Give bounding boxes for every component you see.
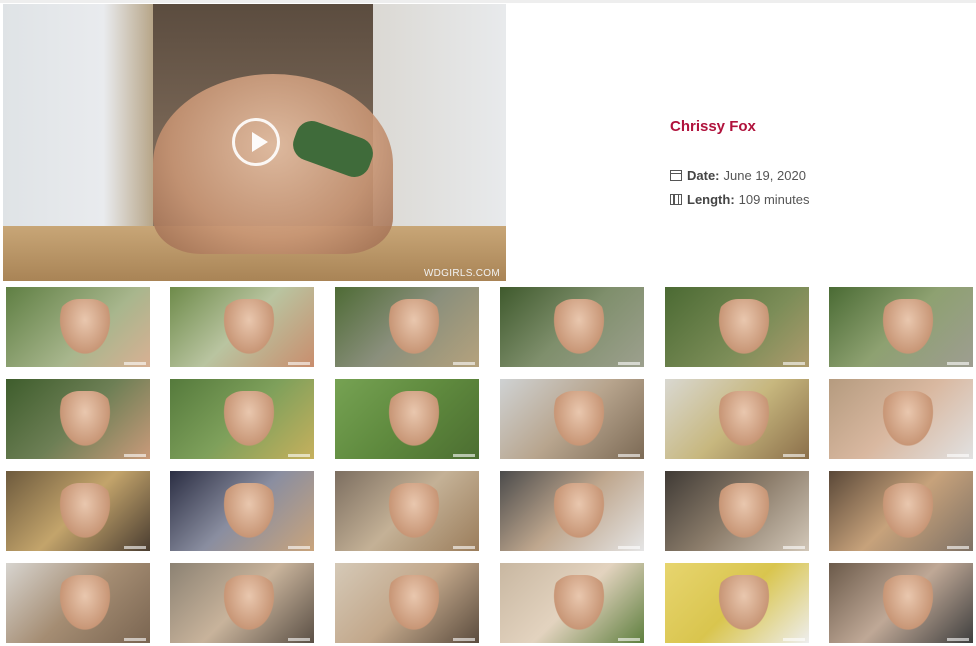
video-watermark: WDGIRLS.COM bbox=[423, 268, 500, 279]
thumbnail-figure bbox=[550, 391, 608, 451]
thumbnail[interactable] bbox=[335, 379, 479, 459]
thumbnail[interactable] bbox=[500, 563, 644, 643]
thumbnail-figure bbox=[879, 299, 937, 359]
thumbnail[interactable] bbox=[6, 287, 150, 367]
thumbnail-figure bbox=[56, 391, 114, 451]
thumbnail-figure bbox=[715, 483, 773, 543]
thumbnail[interactable] bbox=[829, 563, 973, 643]
thumbnail-figure bbox=[879, 391, 937, 451]
thumbnail[interactable] bbox=[6, 471, 150, 551]
thumbnail-watermark bbox=[453, 362, 475, 365]
thumbnail-figure bbox=[385, 391, 443, 451]
thumbnail-watermark bbox=[288, 546, 310, 549]
thumbnail-figure bbox=[715, 391, 773, 451]
thumbnail-watermark bbox=[288, 362, 310, 365]
length-label: Length: bbox=[687, 191, 735, 207]
thumbnail[interactable] bbox=[665, 287, 809, 367]
thumbnail-watermark bbox=[947, 454, 969, 457]
thumbnail-figure bbox=[550, 483, 608, 543]
thumbnail-watermark bbox=[783, 454, 805, 457]
thumbnail-figure bbox=[56, 483, 114, 543]
length-row: Length: 109 minutes bbox=[670, 187, 809, 211]
thumbnail[interactable] bbox=[170, 287, 314, 367]
thumbnail-figure bbox=[715, 575, 773, 635]
thumbnail[interactable] bbox=[335, 471, 479, 551]
thumbnail[interactable] bbox=[500, 287, 644, 367]
thumbnail[interactable] bbox=[665, 563, 809, 643]
model-name-link[interactable]: Chrissy Fox bbox=[670, 118, 809, 135]
thumbnail-watermark bbox=[124, 362, 146, 365]
thumbnail-figure bbox=[220, 299, 278, 359]
thumbnail-watermark bbox=[618, 454, 640, 457]
thumbnail[interactable] bbox=[665, 471, 809, 551]
play-circle-icon[interactable] bbox=[232, 118, 280, 166]
thumbnail[interactable] bbox=[335, 287, 479, 367]
thumbnail-watermark bbox=[618, 638, 640, 641]
thumbnail-watermark bbox=[288, 454, 310, 457]
thumbnail-figure bbox=[56, 575, 114, 635]
thumbnail-figure bbox=[550, 299, 608, 359]
film-icon bbox=[670, 193, 682, 205]
thumbnail-figure bbox=[385, 575, 443, 635]
date-label: Date: bbox=[687, 167, 720, 183]
video-player[interactable]: WDGIRLS.COM bbox=[3, 4, 506, 281]
thumbnail[interactable] bbox=[170, 471, 314, 551]
thumbnail-watermark bbox=[124, 454, 146, 457]
calendar-icon bbox=[670, 169, 682, 181]
thumbnail-figure bbox=[385, 483, 443, 543]
thumbnail-figure bbox=[879, 483, 937, 543]
thumbnail[interactable] bbox=[665, 379, 809, 459]
thumbnail-watermark bbox=[947, 638, 969, 641]
scene-info: Chrissy Fox Date: June 19, 2020 Length: … bbox=[670, 118, 809, 211]
top-divider bbox=[0, 0, 976, 3]
thumbnail-figure bbox=[220, 483, 278, 543]
length-value: 109 minutes bbox=[738, 191, 810, 207]
thumbnail-watermark bbox=[618, 362, 640, 365]
thumbnail-figure bbox=[56, 299, 114, 359]
thumbnail-watermark bbox=[618, 546, 640, 549]
thumbnail-watermark bbox=[124, 546, 146, 549]
thumbnail-figure bbox=[550, 575, 608, 635]
thumbnail-figure bbox=[715, 299, 773, 359]
thumbnail[interactable] bbox=[6, 379, 150, 459]
thumbnail-watermark bbox=[288, 638, 310, 641]
date-value: June 19, 2020 bbox=[723, 167, 806, 183]
thumbnail[interactable] bbox=[500, 379, 644, 459]
thumbnail[interactable] bbox=[829, 287, 973, 367]
thumbnail-figure bbox=[220, 391, 278, 451]
thumbnail-figure bbox=[385, 299, 443, 359]
thumbnail[interactable] bbox=[829, 471, 973, 551]
thumbnail[interactable] bbox=[170, 379, 314, 459]
thumbnail-watermark bbox=[453, 638, 475, 641]
thumbnail-watermark bbox=[453, 454, 475, 457]
thumbnail-watermark bbox=[947, 546, 969, 549]
thumbnail-figure bbox=[220, 575, 278, 635]
thumbnail-watermark bbox=[783, 546, 805, 549]
thumbnail-watermark bbox=[124, 638, 146, 641]
thumbnail-watermark bbox=[783, 362, 805, 365]
thumbnail[interactable] bbox=[500, 471, 644, 551]
thumbnail[interactable] bbox=[829, 379, 973, 459]
thumbnail-figure bbox=[879, 575, 937, 635]
thumbnail[interactable] bbox=[170, 563, 314, 643]
thumbnail-watermark bbox=[453, 546, 475, 549]
thumbnail[interactable] bbox=[6, 563, 150, 643]
thumbnail-watermark bbox=[947, 362, 969, 365]
date-row: Date: June 19, 2020 bbox=[670, 163, 809, 187]
thumbnail[interactable] bbox=[335, 563, 479, 643]
thumbnail-watermark bbox=[783, 638, 805, 641]
